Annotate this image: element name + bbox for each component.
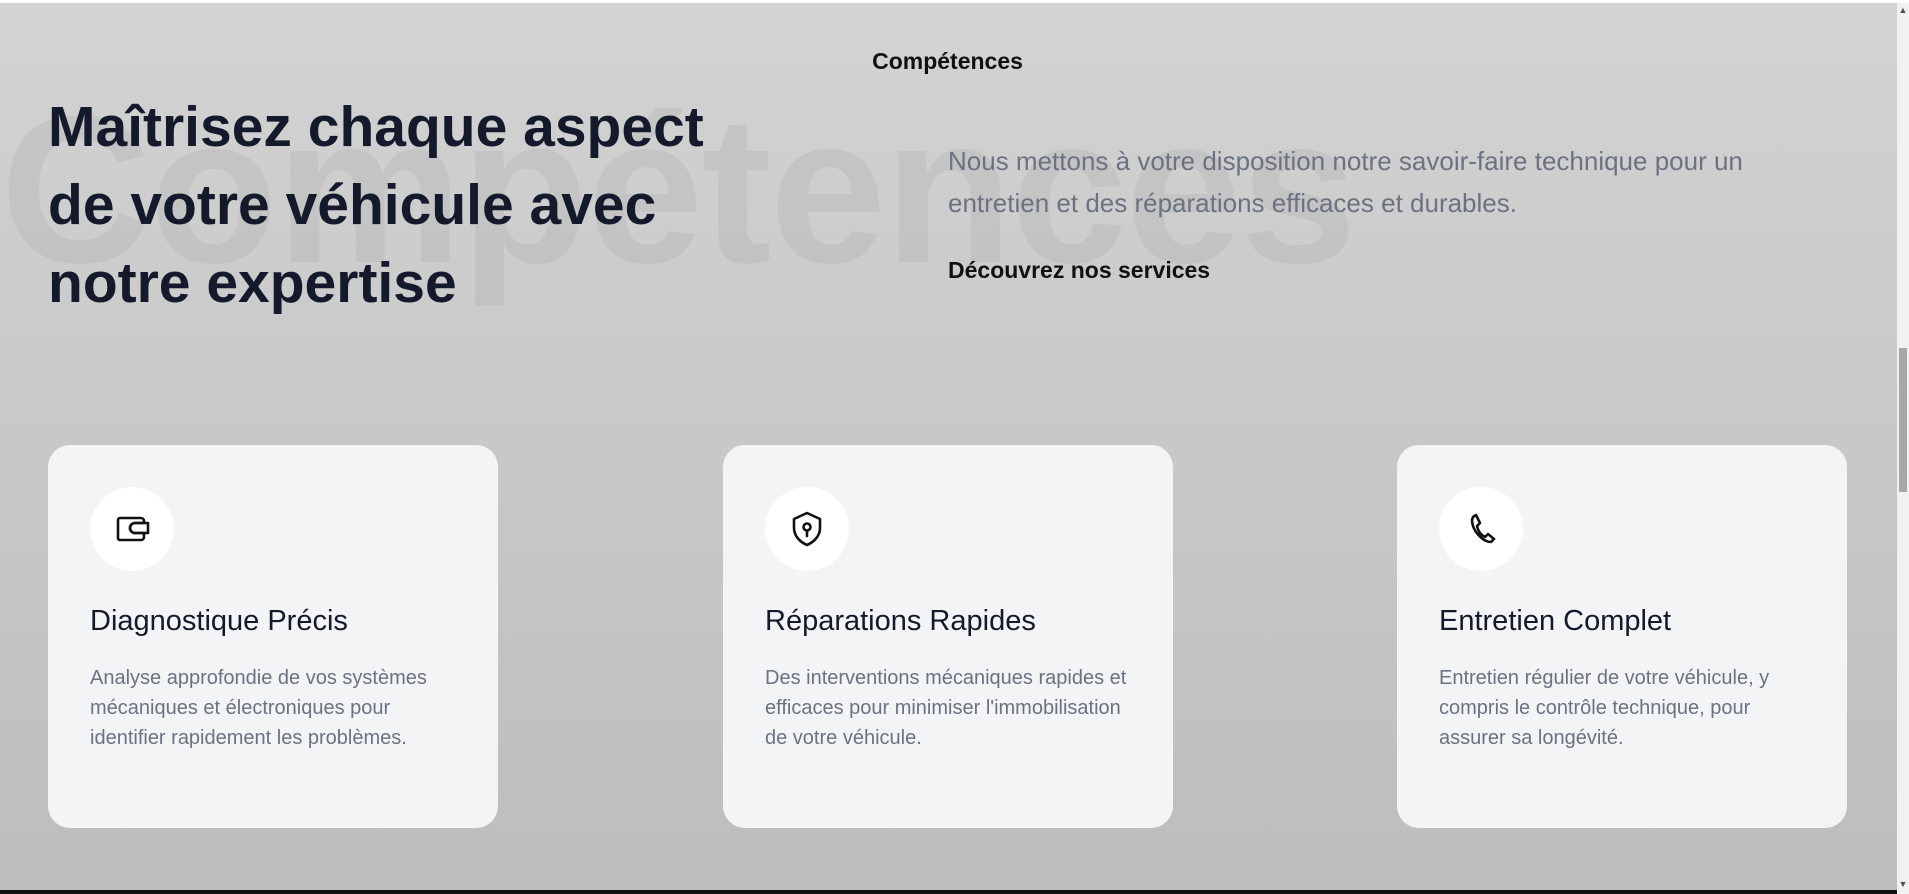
- section-label: Compétences: [872, 48, 1023, 74]
- card-description: Analyse approfondie de vos systèmes méca…: [90, 667, 427, 749]
- hero-intro: Nous mettons à votre disposition notre s…: [948, 146, 1743, 218]
- window-top-edge: [0, 0, 1909, 3]
- discover-services-link[interactable]: Découvrez nos services: [948, 257, 1210, 284]
- scrollbar-thumb[interactable]: [1899, 348, 1907, 492]
- card-title: Réparations Rapides: [765, 605, 1036, 637]
- service-card-diagnostic: Diagnostique Précis Analyse approfondie …: [48, 445, 498, 828]
- service-card-repairs: Réparations Rapides Des interventions mé…: [723, 445, 1173, 828]
- card-description: Des interventions mécaniques rapides et …: [765, 667, 1127, 749]
- vertical-scrollbar[interactable]: ▲ ▼: [1897, 3, 1909, 894]
- wallet-icon: [90, 487, 174, 571]
- card-title: Entretien Complet: [1439, 605, 1672, 637]
- card-description: Entretien régulier de votre véhicule, y …: [1439, 667, 1770, 749]
- scroll-down-arrow-icon[interactable]: ▼: [1897, 877, 1909, 891]
- card-title: Diagnostique Précis: [90, 605, 348, 637]
- service-card-maintenance: Entretien Complet Entretien régulier de …: [1397, 445, 1847, 828]
- phone-icon: [1439, 487, 1523, 571]
- shield-keyhole-icon: [765, 487, 849, 571]
- hero-headline: Maîtrisez chaque aspect de votre véhicul…: [48, 95, 704, 315]
- scroll-up-arrow-icon[interactable]: ▲: [1897, 3, 1909, 17]
- window-bottom-edge: [0, 890, 1897, 894]
